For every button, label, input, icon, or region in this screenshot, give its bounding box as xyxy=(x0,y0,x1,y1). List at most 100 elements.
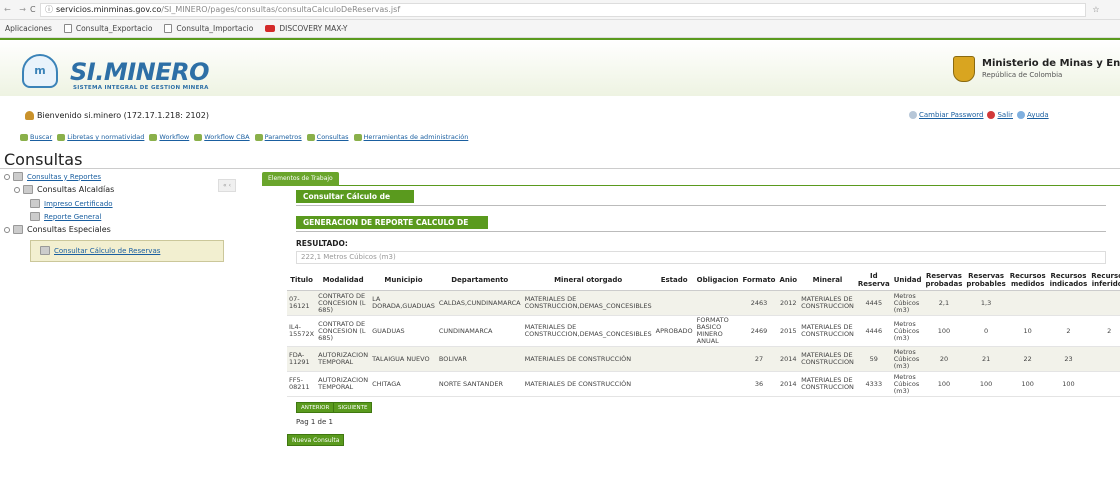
result-value: 222,1 Metros Cúbicos (m3) xyxy=(296,251,1106,264)
result-label: RESULTADO: xyxy=(296,239,348,248)
document-icon xyxy=(30,212,40,221)
table-cell: 0 xyxy=(964,315,1008,347)
table-cell: AUTORIZACION TEMPORAL xyxy=(316,346,371,372)
bookmark-label: Consulta_Importacio xyxy=(176,24,254,33)
table-cell: 2463 xyxy=(740,290,778,316)
table-cell: 10 xyxy=(1007,315,1048,347)
tree-alcaldias[interactable]: Consultas Alcaldías xyxy=(14,185,114,194)
tree-calculo[interactable]: Consultar Cálculo de Reservas xyxy=(40,246,160,255)
reserves-table: Titulo Modalidad Municipio Departamento … xyxy=(287,270,1120,397)
search-icon xyxy=(20,133,28,141)
table-cell: AUTORIZACION TEMPORAL xyxy=(316,371,371,397)
bookmark-exportacion[interactable]: Consulta_Exportacio xyxy=(63,24,153,33)
table-cell xyxy=(694,371,741,397)
table-cell xyxy=(694,290,741,316)
table-body: 07-16121 CONTRATO DE CONCESION (L 685) LA … xyxy=(287,290,1120,397)
col-obligacion[interactable]: Obligacion xyxy=(694,270,741,291)
col-departamento[interactable]: Departamento xyxy=(436,270,523,291)
table-cell: 2 xyxy=(1089,315,1120,347)
section-bar: Consultar Cálculo de Reservas xyxy=(296,190,414,214)
table-cell: TALAIGUA NUEVO xyxy=(370,346,437,372)
tree-impreso[interactable]: Impreso Certificado xyxy=(30,199,113,208)
next-page-button[interactable]: SIGUIENTE xyxy=(333,402,373,413)
tab-elementos-trabajo[interactable]: Elementos de Trabajo xyxy=(262,172,339,186)
document-icon xyxy=(30,199,40,208)
bookmark-label: Aplicaciones xyxy=(5,24,52,33)
table-cell: NORTE SANTANDER xyxy=(436,371,523,397)
table-cell: 2469 xyxy=(740,315,778,347)
col-id-reserva[interactable]: Id Reserva xyxy=(855,270,892,291)
menu-item-herramientas[interactable]: Herramientas de administración xyxy=(353,133,468,141)
table-cell xyxy=(1089,346,1120,372)
logout-link[interactable]: Salir xyxy=(997,111,1013,119)
table-cell: Metros Cúbicos (m3) xyxy=(891,371,924,397)
table-cell: Metros Cúbicos (m3) xyxy=(891,315,924,347)
table-cell: 22 xyxy=(1007,346,1048,372)
help-link[interactable]: Ayuda xyxy=(1027,111,1049,119)
tree-root[interactable]: Consultas y Reportes xyxy=(4,172,101,181)
table-cell: 1,3 xyxy=(964,290,1008,316)
col-formato[interactable]: Formato xyxy=(740,270,778,291)
tree-impreso-label: Impreso Certificado xyxy=(44,199,113,208)
url-field[interactable]: ⓘ servicios.minminas.gov.co /SI_MINERO/p… xyxy=(40,2,1086,17)
new-query-button[interactable]: Nueva Consulta xyxy=(287,434,345,446)
tree-calculo-label: Consultar Cálculo de Reservas xyxy=(54,246,161,255)
col-modalidad[interactable]: Modalidad xyxy=(316,270,371,291)
bookmark-label: Consulta_Exportacio xyxy=(75,24,153,33)
menu-item-workflow-cba[interactable]: Workflow CBA xyxy=(194,133,250,141)
reload-icon[interactable]: C xyxy=(30,5,40,14)
exit-icon xyxy=(987,111,996,119)
menu-item-parametros[interactable]: Parametros xyxy=(254,133,302,141)
table-cell: 21 xyxy=(964,346,1008,372)
logo-icon: m xyxy=(22,54,58,88)
info-icon: ⓘ xyxy=(45,5,53,14)
table-cell: BOLIVAR xyxy=(436,346,523,372)
nav-arrows-icon[interactable]: ← → xyxy=(0,5,30,14)
tree-especiales[interactable]: Consultas Especiales xyxy=(4,225,111,234)
bookmark-discovery[interactable]: DISCOVERY MAX-Y xyxy=(265,24,347,33)
table-cell: 2 xyxy=(1047,315,1090,347)
table-cell: 59 xyxy=(855,346,892,372)
col-unidad[interactable]: Unidad xyxy=(891,270,924,291)
col-anio[interactable]: Anio xyxy=(777,270,800,291)
menu-item-workflow[interactable]: Workflow xyxy=(149,133,189,141)
menu-item-libretas[interactable]: Libretas y normatividad xyxy=(57,133,144,141)
col-recursos-indicados[interactable]: Recursos indicados xyxy=(1047,270,1090,291)
tree-reporte[interactable]: Reporte General xyxy=(30,212,101,221)
col-municipio[interactable]: Municipio xyxy=(370,270,437,291)
menu-label: Consultas xyxy=(316,133,349,141)
user-bar: Bienvenido si.minero (172.17.1.218: 2102… xyxy=(0,110,1120,124)
table-cell: 27 xyxy=(740,346,778,372)
bookmark-star-icon[interactable]: ☆ xyxy=(1086,5,1106,14)
col-estado[interactable]: Estado xyxy=(653,270,695,291)
help-icon xyxy=(1017,111,1025,119)
col-recursos-inferidos[interactable]: Recursos inferidos xyxy=(1089,270,1120,291)
col-reservas-probadas[interactable]: Reservas probadas xyxy=(923,270,965,291)
col-recursos-medidos[interactable]: Recursos medidos xyxy=(1007,270,1048,291)
tree-reporte-label: Reporte General xyxy=(44,212,102,221)
bookmark-apps[interactable]: Aplicaciones xyxy=(5,24,52,33)
col-reservas-probables[interactable]: Reservas probables xyxy=(964,270,1008,291)
table-cell: 2014 xyxy=(777,371,800,397)
page-icon xyxy=(63,24,72,33)
menu-item-consultas[interactable]: Consultas xyxy=(306,133,349,141)
col-mineral[interactable]: Mineral xyxy=(799,270,856,291)
table-cell: 2015 xyxy=(777,315,800,347)
toggle-icon xyxy=(14,186,20,193)
prev-page-button[interactable]: ANTERIOR xyxy=(296,402,335,413)
menu-item-buscar[interactable]: Buscar xyxy=(20,133,52,141)
key-icon xyxy=(909,111,917,119)
col-titulo[interactable]: Titulo xyxy=(287,270,317,291)
page-indicator: Pag 1 de 1 xyxy=(296,418,333,426)
table-cell: MATERIALES DE CONSTRUCCION,DEMAS_CONCESI… xyxy=(522,290,654,316)
page-icon xyxy=(164,24,173,33)
toggle-icon xyxy=(4,226,10,233)
table-cell: CONTRATO DE CONCESION (L 685) xyxy=(316,315,371,347)
table-cell: APROBADO xyxy=(653,315,695,347)
table-cell: Metros Cúbicos (m3) xyxy=(891,290,924,316)
url-path: /SI_MINERO/pages/consultas/consultaCalcu… xyxy=(161,5,401,14)
change-password-link[interactable]: Cambiar Password xyxy=(919,111,983,119)
collapse-sidebar-button[interactable]: « ‹ xyxy=(218,179,236,192)
col-mineral-otorgado[interactable]: Mineral otorgado xyxy=(522,270,654,291)
bookmark-importacion[interactable]: Consulta_Importacio xyxy=(164,24,253,33)
